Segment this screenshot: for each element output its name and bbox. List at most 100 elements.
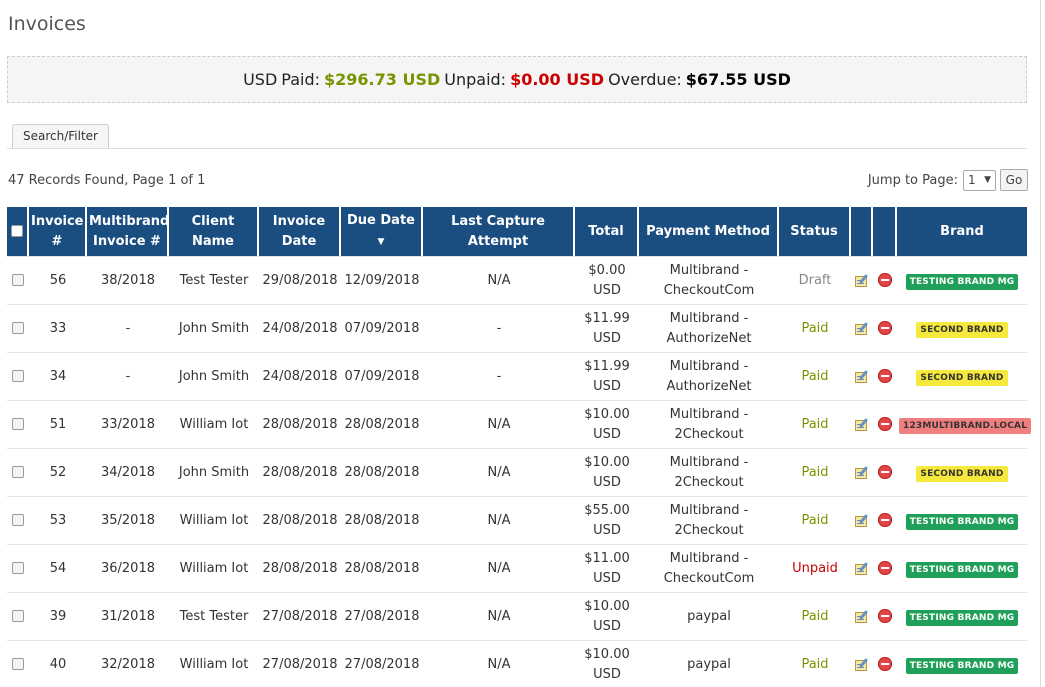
- edit-icon[interactable]: [855, 465, 869, 479]
- total-currency: USD: [593, 570, 621, 586]
- table-row[interactable]: 40 32/2018 William Iot 27/08/2018 27/08/…: [7, 640, 1027, 687]
- due-date: 27/08/2018: [341, 592, 423, 640]
- payment-method-line1: Multibrand -: [669, 262, 749, 278]
- last-capture-attempt: N/A: [423, 592, 575, 640]
- brand-badge: SECOND BRAND: [916, 465, 1008, 482]
- status-text: Draft: [779, 256, 851, 304]
- invoice-date: 29/08/2018: [259, 256, 341, 304]
- delete-icon[interactable]: [878, 657, 892, 671]
- invoice-number[interactable]: 56: [29, 256, 87, 304]
- col-client-name[interactable]: Client Name: [169, 207, 259, 256]
- last-capture-attempt: N/A: [423, 496, 575, 544]
- client-name[interactable]: William Iot: [169, 544, 259, 592]
- invoice-number[interactable]: 52: [29, 448, 87, 496]
- client-name[interactable]: John Smith: [169, 448, 259, 496]
- row-checkbox[interactable]: [12, 322, 24, 334]
- client-name[interactable]: Test Tester: [169, 256, 259, 304]
- invoice-total: $55.00 USD: [575, 496, 639, 544]
- col-status[interactable]: Status: [779, 207, 851, 256]
- table-row[interactable]: 54 36/2018 William Iot 28/08/2018 28/08/…: [7, 544, 1027, 592]
- edit-icon[interactable]: [855, 657, 869, 671]
- col-due-date[interactable]: Due Date ▼: [341, 207, 423, 256]
- edit-icon[interactable]: [855, 273, 869, 287]
- col-invoice-date[interactable]: Invoice Date: [259, 207, 341, 256]
- col-total[interactable]: Total: [575, 207, 639, 256]
- table-row[interactable]: 39 31/2018 Test Tester 27/08/2018 27/08/…: [7, 592, 1027, 640]
- col-payment-method[interactable]: Payment Method: [639, 207, 779, 256]
- invoices-table: Invoice # Multibrand Invoice # Client Na…: [7, 207, 1032, 687]
- row-checkbox[interactable]: [12, 466, 24, 478]
- client-name[interactable]: William Iot: [169, 496, 259, 544]
- due-date: 07/09/2018: [341, 304, 423, 352]
- edit-icon[interactable]: [855, 321, 869, 335]
- col-last-capture[interactable]: Last Capture Attempt: [423, 207, 575, 256]
- col-multibrand-invoice[interactable]: Multibrand Invoice #: [87, 207, 169, 256]
- col-invoice-num[interactable]: Invoice #: [29, 207, 87, 256]
- payment-method: Multibrand - 2Checkout: [639, 448, 779, 496]
- edit-icon[interactable]: [855, 561, 869, 575]
- delete-icon[interactable]: [878, 513, 892, 527]
- total-currency: USD: [593, 330, 621, 346]
- table-row[interactable]: 33 - John Smith 24/08/2018 07/09/2018 - …: [7, 304, 1027, 352]
- edit-icon[interactable]: [855, 369, 869, 383]
- invoice-number[interactable]: 34: [29, 352, 87, 400]
- row-checkbox[interactable]: [12, 610, 24, 622]
- brand-cell: TESTING BRAND MG: [897, 256, 1027, 304]
- col-edit: [851, 207, 873, 256]
- table-row[interactable]: 53 35/2018 William Iot 28/08/2018 28/08/…: [7, 496, 1027, 544]
- invoice-number[interactable]: 51: [29, 400, 87, 448]
- edit-icon[interactable]: [855, 417, 869, 431]
- delete-icon[interactable]: [878, 561, 892, 575]
- invoice-number[interactable]: 53: [29, 496, 87, 544]
- col-due-date-label: Due Date: [347, 213, 415, 228]
- row-checkbox[interactable]: [12, 562, 24, 574]
- table-row[interactable]: 56 38/2018 Test Tester 29/08/2018 12/09/…: [7, 256, 1027, 304]
- summary-paid-amount: $296.73 USD: [324, 70, 441, 89]
- due-date: 28/08/2018: [341, 448, 423, 496]
- table-row[interactable]: 51 33/2018 William Iot 28/08/2018 28/08/…: [7, 400, 1032, 448]
- edit-cell: [851, 304, 873, 352]
- due-date: 07/09/2018: [341, 352, 423, 400]
- row-checkbox[interactable]: [12, 658, 24, 670]
- status-text: Paid: [779, 592, 851, 640]
- tab-search-filter[interactable]: Search/Filter: [12, 124, 109, 149]
- table-row[interactable]: 52 34/2018 John Smith 28/08/2018 28/08/2…: [7, 448, 1027, 496]
- invoice-total: $11.00 USD: [575, 544, 639, 592]
- payment-method: paypal: [639, 592, 779, 640]
- table-row[interactable]: 34 - John Smith 24/08/2018 07/09/2018 - …: [7, 352, 1027, 400]
- invoice-number[interactable]: 33: [29, 304, 87, 352]
- row-checkbox[interactable]: [12, 274, 24, 286]
- edit-icon[interactable]: [855, 609, 869, 623]
- select-all-checkbox[interactable]: [11, 225, 23, 237]
- delete-icon[interactable]: [878, 609, 892, 623]
- payment-method: paypal: [639, 640, 779, 687]
- row-checkbox[interactable]: [12, 418, 24, 430]
- brand-badge: TESTING BRAND MG: [905, 609, 1019, 626]
- client-name[interactable]: William Iot: [169, 640, 259, 687]
- delete-icon[interactable]: [878, 321, 892, 335]
- invoice-number[interactable]: 40: [29, 640, 87, 687]
- go-button[interactable]: Go: [1000, 169, 1028, 191]
- client-name[interactable]: John Smith: [169, 304, 259, 352]
- status-text: Unpaid: [779, 544, 851, 592]
- col-brand[interactable]: Brand: [897, 207, 1027, 256]
- delete-icon[interactable]: [878, 369, 892, 383]
- client-name[interactable]: Test Tester: [169, 592, 259, 640]
- edit-icon[interactable]: [855, 513, 869, 527]
- payment-method-line2: AuthorizeNet: [666, 378, 752, 394]
- invoice-number[interactable]: 39: [29, 592, 87, 640]
- delete-icon[interactable]: [878, 417, 892, 431]
- payment-method-line2: AuthorizeNet: [666, 330, 752, 346]
- client-name[interactable]: William Iot: [169, 400, 259, 448]
- page-select[interactable]: 1 ▼: [963, 169, 996, 191]
- invoice-total: $10.00 USD: [575, 592, 639, 640]
- delete-icon[interactable]: [878, 465, 892, 479]
- delete-icon[interactable]: [878, 273, 892, 287]
- invoice-number[interactable]: 54: [29, 544, 87, 592]
- multibrand-invoice-number: -: [87, 352, 169, 400]
- row-checkbox[interactable]: [12, 370, 24, 382]
- row-checkbox[interactable]: [12, 514, 24, 526]
- client-name[interactable]: John Smith: [169, 352, 259, 400]
- multibrand-invoice-number: 31/2018: [87, 592, 169, 640]
- total-currency: USD: [593, 282, 621, 298]
